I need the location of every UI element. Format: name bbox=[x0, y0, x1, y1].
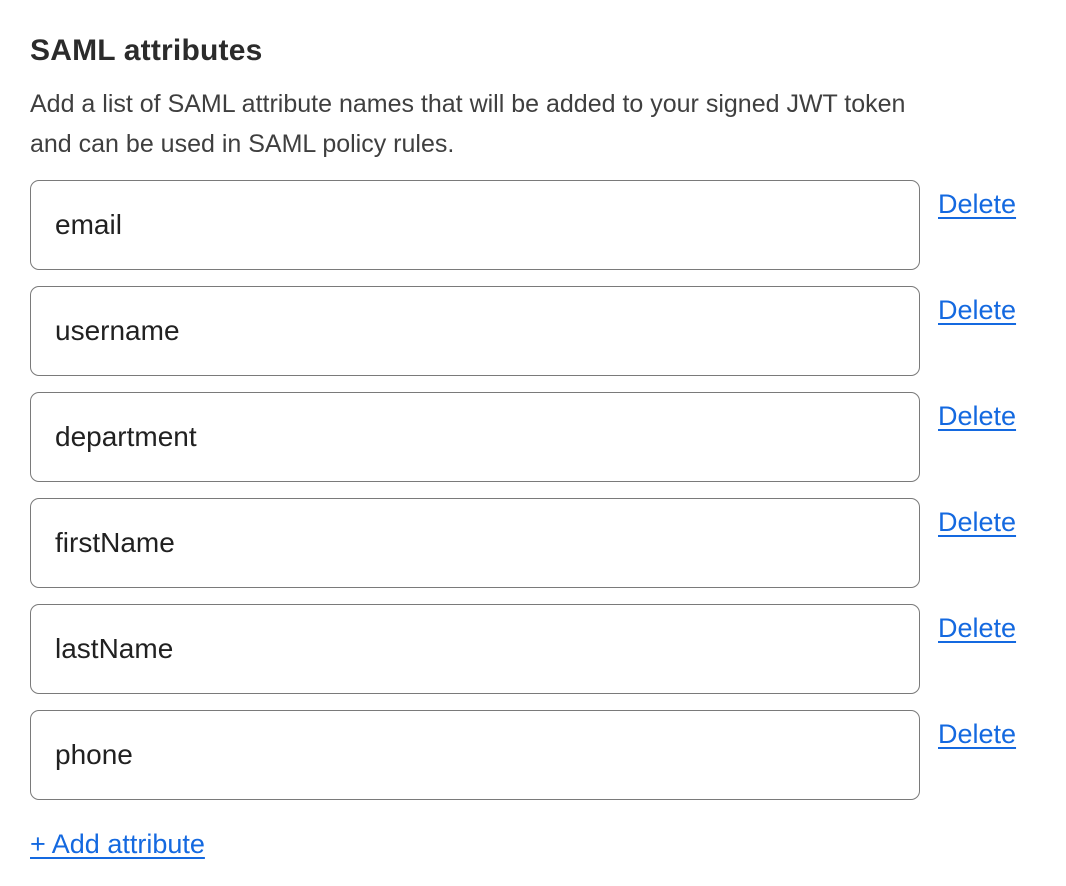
attribute-row: Delete bbox=[30, 604, 1024, 694]
attribute-list: Delete Delete Delete Delete Delete Delet… bbox=[30, 180, 1024, 800]
attribute-name-input[interactable] bbox=[30, 392, 920, 482]
delete-attribute-link[interactable]: Delete bbox=[938, 718, 1024, 750]
delete-attribute-link[interactable]: Delete bbox=[938, 294, 1024, 326]
attribute-name-input[interactable] bbox=[30, 498, 920, 588]
delete-attribute-link[interactable]: Delete bbox=[938, 612, 1024, 644]
delete-attribute-link[interactable]: Delete bbox=[938, 400, 1024, 432]
description-line: Add a list of SAML attribute names that … bbox=[30, 84, 1024, 124]
attribute-name-input[interactable] bbox=[30, 604, 920, 694]
attribute-name-input[interactable] bbox=[30, 710, 920, 800]
attribute-name-input[interactable] bbox=[30, 286, 920, 376]
attribute-row: Delete bbox=[30, 180, 1024, 270]
saml-attributes-section: SAML attributes Add a list of SAML attri… bbox=[0, 0, 1066, 860]
attribute-name-input[interactable] bbox=[30, 180, 920, 270]
attribute-row: Delete bbox=[30, 286, 1024, 376]
description-line: and can be used in SAML policy rules. bbox=[30, 124, 1024, 164]
delete-attribute-link[interactable]: Delete bbox=[938, 188, 1024, 220]
delete-attribute-link[interactable]: Delete bbox=[938, 506, 1024, 538]
add-attribute-link[interactable]: + Add attribute bbox=[30, 828, 205, 860]
section-description: Add a list of SAML attribute names that … bbox=[30, 84, 1024, 164]
attribute-row: Delete bbox=[30, 498, 1024, 588]
attribute-row: Delete bbox=[30, 710, 1024, 800]
attribute-row: Delete bbox=[30, 392, 1024, 482]
page-title: SAML attributes bbox=[30, 34, 1024, 68]
